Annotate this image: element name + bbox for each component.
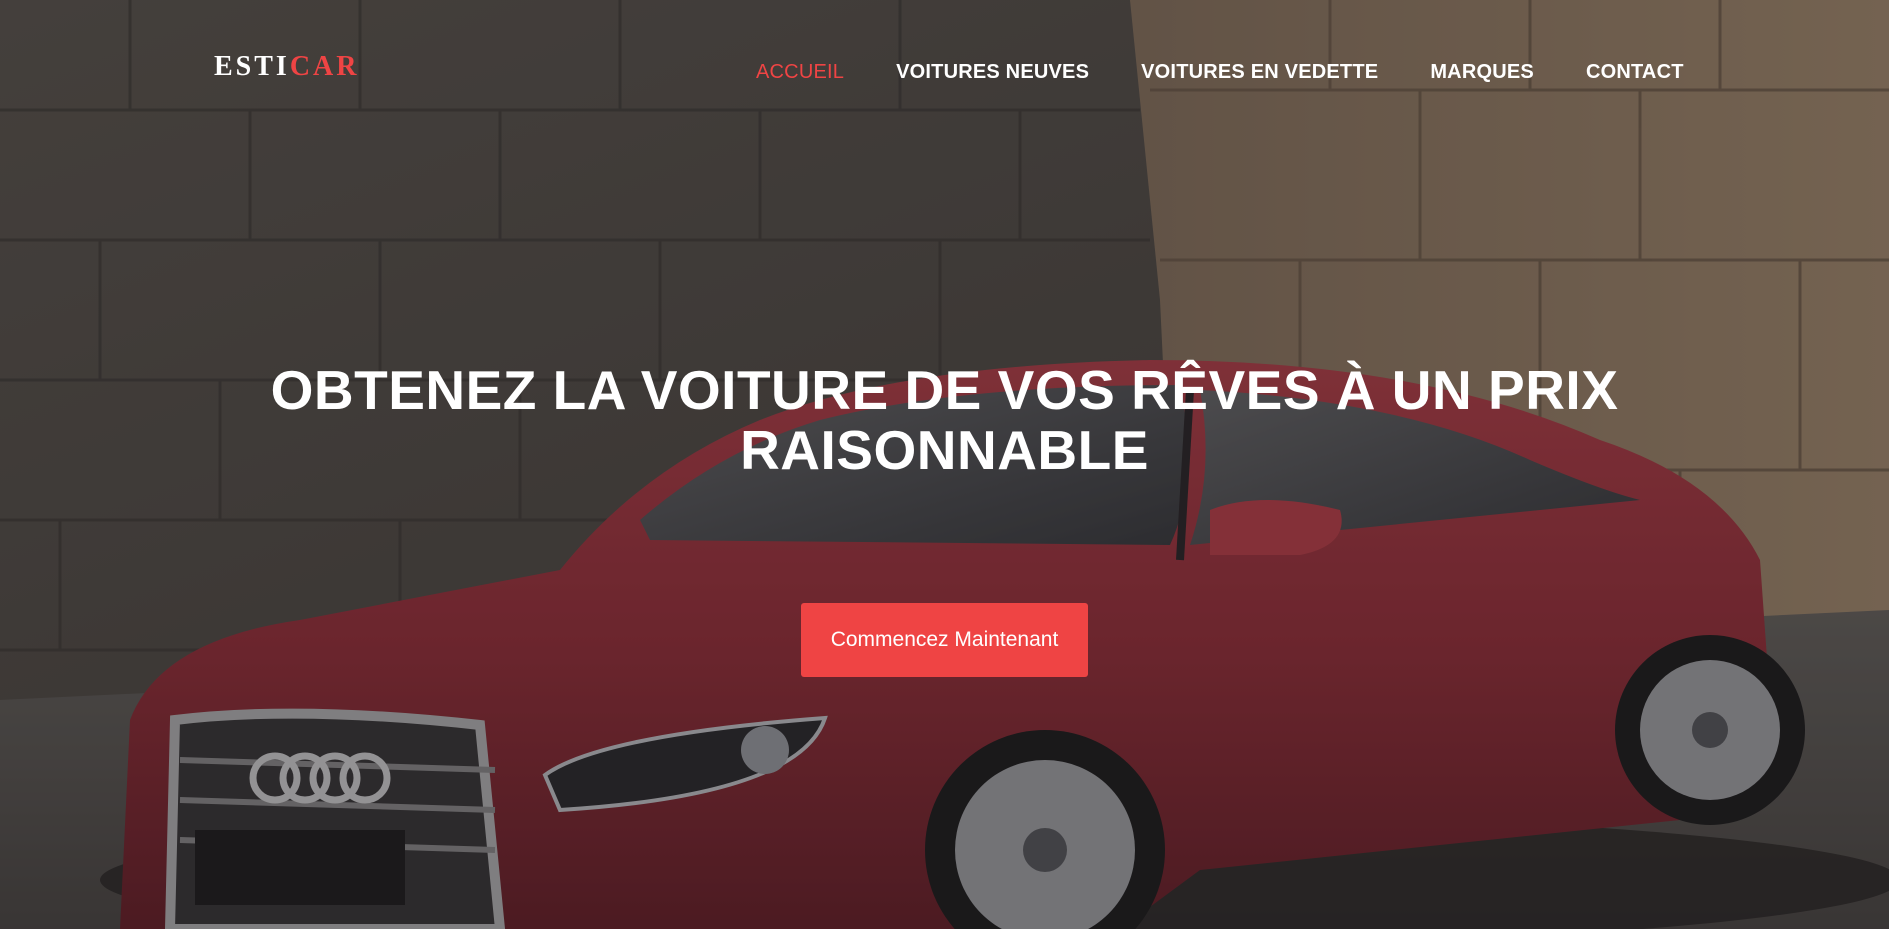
nav-link-accueil[interactable]: ACCUEIL: [756, 61, 844, 83]
logo-text-primary: ESTI: [214, 51, 290, 82]
nav-item-marques: MARQUES: [1430, 58, 1534, 86]
get-started-button[interactable]: Commencez Maintenant: [801, 603, 1088, 677]
hero-title-line-1: OBTENEZ LA VOITURE DE VOS RÊVES À UN PRI…: [270, 359, 1619, 421]
hero-section: ESTICAR ACCUEIL VOITURES NEUVES VOITURES…: [0, 0, 1889, 929]
logo-text-accent: CAR: [289, 51, 360, 82]
nav-link-voitures-neuves[interactable]: VOITURES NEUVES: [896, 61, 1089, 83]
brand-logo[interactable]: ESTICAR: [214, 50, 360, 84]
navbar: ESTICAR ACCUEIL VOITURES NEUVES VOITURES…: [0, 0, 1889, 140]
main-nav: ACCUEIL VOITURES NEUVES VOITURES EN VEDE…: [756, 58, 1684, 86]
hero-title-line-2: RAISONNABLE: [740, 419, 1149, 481]
nav-link-marques[interactable]: MARQUES: [1430, 61, 1534, 83]
nav-link-voitures-en-vedette[interactable]: VOITURES EN VEDETTE: [1141, 61, 1378, 83]
nav-item-accueil: ACCUEIL: [756, 58, 844, 86]
nav-item-voitures-neuves: VOITURES NEUVES: [896, 58, 1089, 86]
nav-link-contact[interactable]: CONTACT: [1586, 61, 1684, 83]
hero-title: OBTENEZ LA VOITURE DE VOS RÊVES À UN PRI…: [0, 360, 1889, 480]
nav-item-contact: CONTACT: [1586, 58, 1684, 86]
nav-item-voitures-en-vedette: VOITURES EN VEDETTE: [1141, 58, 1378, 86]
